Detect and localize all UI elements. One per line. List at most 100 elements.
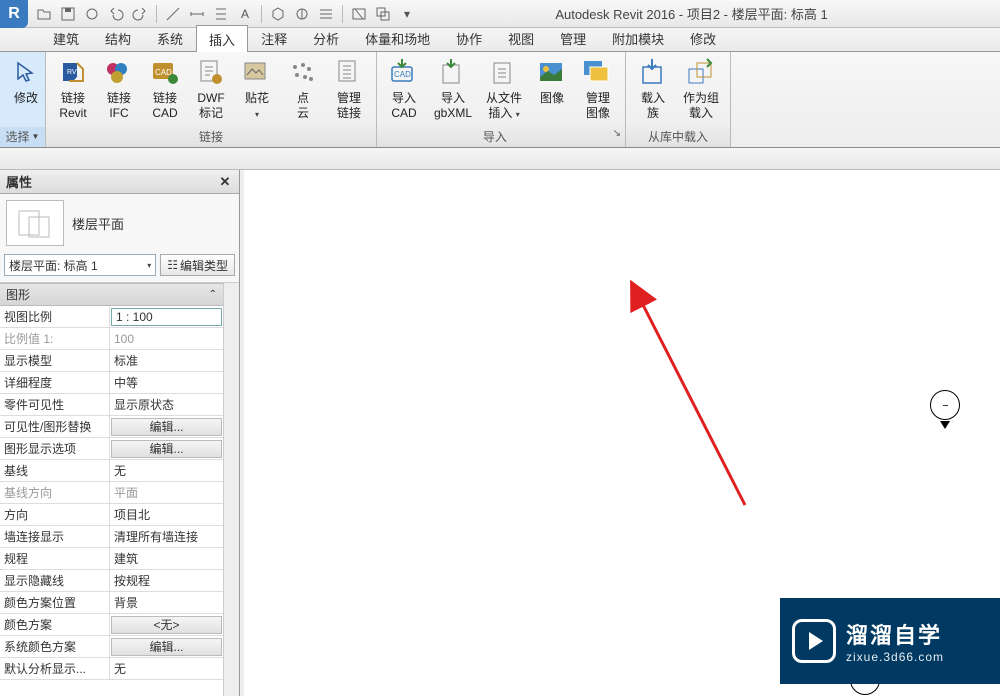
instance-selector[interactable]: 楼层平面: 标高 1 ▾ [4,254,156,276]
type-thumbnail-icon [6,200,64,246]
dwf-markup-button[interactable]: DWF标记 [188,54,234,124]
thinlines-icon[interactable] [316,4,336,24]
tab-analyze[interactable]: 分析 [300,24,352,51]
tab-systems[interactable]: 系统 [144,24,196,51]
properties-panel: 属性 ✕ 楼层平面 楼层平面: 标高 1 ▾ ☷编辑类型 图形 ⌃ 视图比例1 … [0,170,240,696]
section-icon[interactable] [292,4,312,24]
edit-type-button[interactable]: ☷编辑类型 [160,254,235,276]
save-icon[interactable] [58,4,78,24]
property-value[interactable]: 编辑... [111,440,222,458]
redo-icon[interactable] [130,4,150,24]
point-cloud-button[interactable]: 点云 [280,54,326,124]
prop-section-graphics[interactable]: 图形 ⌃ [0,283,223,306]
property-value[interactable]: 标准 [110,350,223,371]
property-value[interactable]: 背景 [110,592,223,613]
load-family-icon [637,57,669,89]
close-icon[interactable]: ✕ [217,174,233,190]
tab-addins[interactable]: 附加模块 [599,24,677,51]
property-value: 100 [110,328,223,349]
property-label: 默认分析显示... [0,658,110,679]
insert-from-file-button[interactable]: 从文件插入 ▾ [479,54,529,124]
property-label: 颜色方案位置 [0,592,110,613]
type-name: 楼层平面 [72,214,124,233]
open-icon[interactable] [34,4,54,24]
undo-icon[interactable] [106,4,126,24]
property-label: 规程 [0,548,110,569]
3d-icon[interactable] [268,4,288,24]
watermark-url: zixue.3d66.com [846,650,944,664]
property-value[interactable]: 建筑 [110,548,223,569]
property-label: 基线方向 [0,482,110,503]
property-value[interactable]: 按规程 [110,570,223,591]
load-family-button[interactable]: 载入族 [630,54,676,124]
scrollbar[interactable] [223,283,239,696]
close-hidden-icon[interactable] [349,4,369,24]
svg-text:RVT: RVT [67,69,82,76]
tab-collaborate[interactable]: 协作 [443,24,495,51]
type-selector[interactable]: 楼层平面 [0,194,239,252]
import-gbxml-icon [437,57,469,89]
collapse-icon[interactable]: ⌃ [209,289,217,300]
drawing-canvas[interactable]: 溜溜自学 zixue.3d66.com [240,170,1000,696]
property-label: 系统颜色方案 [0,636,110,657]
tab-annotate[interactable]: 注释 [248,24,300,51]
load-as-group-button[interactable]: 作为组载入 [676,54,726,124]
tab-architecture[interactable]: 建筑 [40,24,92,51]
status-strip [0,148,1000,170]
sync-icon[interactable] [82,4,102,24]
property-row: 零件可见性显示原状态 [0,394,223,416]
ribbon-group-link: RVT 链接Revit 链接IFC CAD 链接CAD DWF标记 贴花▾ [46,52,377,147]
tab-view[interactable]: 视图 [495,24,547,51]
measure-icon[interactable] [163,4,183,24]
import-cad-icon: CAD [388,57,420,89]
import-gbxml-button[interactable]: 导入gbXML [427,54,479,124]
link-ifc-button[interactable]: 链接IFC [96,54,142,124]
tab-structure[interactable]: 结构 [92,24,144,51]
property-value[interactable]: 中等 [110,372,223,393]
property-value[interactable]: 编辑... [111,418,222,436]
manage-images-button[interactable]: 管理图像 [575,54,621,124]
ribbon-tabs: 建筑 结构 系统 插入 注释 分析 体量和场地 协作 视图 管理 附加模块 修改 [0,28,1000,52]
app-logo[interactable]: R [0,0,28,28]
property-value[interactable]: 1 : 100 [111,308,222,326]
property-value[interactable]: 清理所有墙连接 [110,526,223,547]
link-revit-button[interactable]: RVT 链接Revit [50,54,96,124]
watermark: 溜溜自学 zixue.3d66.com [780,598,1000,684]
insert-from-file-icon [488,57,520,89]
instance-row: 楼层平面: 标高 1 ▾ ☷编辑类型 [0,252,239,283]
dim-icon[interactable] [187,4,207,24]
property-value[interactable]: <无> [111,616,222,634]
text-icon[interactable]: A [235,4,255,24]
customize-qat-icon[interactable]: ▾ [397,4,417,24]
image-button[interactable]: 图像 [529,54,575,124]
manage-links-button[interactable]: 管理链接 [326,54,372,124]
tab-manage[interactable]: 管理 [547,24,599,51]
separator [156,5,157,23]
import-cad-button[interactable]: CAD 导入CAD [381,54,427,124]
decal-button[interactable]: 贴花▾ [234,54,280,124]
svg-text:CAD: CAD [394,70,411,79]
property-label: 显示隐藏线 [0,570,110,591]
tab-modify[interactable]: 修改 [677,24,729,51]
switch-window-icon[interactable] [373,4,393,24]
tab-massing[interactable]: 体量和场地 [352,24,443,51]
property-row: 基线方向平面 [0,482,223,504]
property-row: 显示模型标准 [0,350,223,372]
elevation-marker[interactable] [930,390,960,420]
separator [342,5,343,23]
property-row: 可见性/图形替换编辑... [0,416,223,438]
link-ifc-icon [103,57,135,89]
property-value[interactable]: 无 [110,460,223,481]
group-title-select[interactable]: 选择▼ [0,127,45,147]
property-value[interactable]: 编辑... [111,638,222,656]
modify-button[interactable]: 修改 [4,54,48,109]
tab-insert[interactable]: 插入 [196,25,248,52]
property-value[interactable]: 显示原状态 [110,394,223,415]
property-value[interactable]: 无 [110,658,223,679]
property-row: 方向项目北 [0,504,223,526]
property-value[interactable]: 项目北 [110,504,223,525]
link-cad-button[interactable]: CAD 链接CAD [142,54,188,124]
property-label: 详细程度 [0,372,110,393]
align-icon[interactable] [211,4,231,24]
group-title-loadlib: 从库中载入 [626,127,730,147]
